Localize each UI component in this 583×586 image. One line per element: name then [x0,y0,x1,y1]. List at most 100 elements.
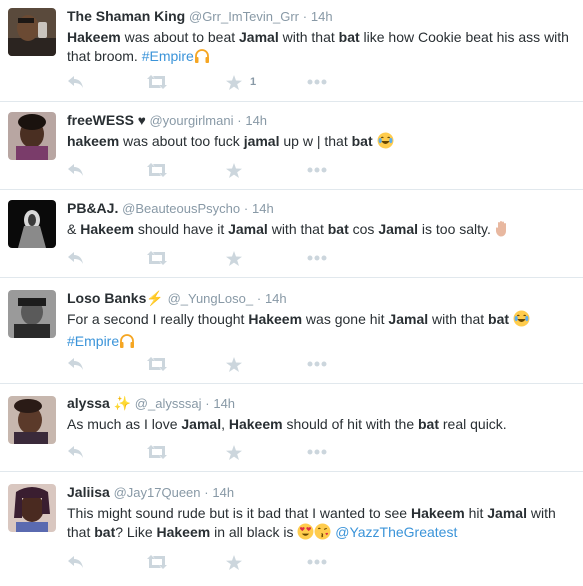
more-icon[interactable] [307,354,327,374]
tweet-header: The Shaman King @Grr_ImTevin_Grr · 14h [67,8,575,25]
reply-icon[interactable] [67,354,84,374]
tweet-content: alyssa ✨ @_alysssaj · 14h As much as I l… [67,395,575,434]
user-handle[interactable]: @_YungLoso_ [168,291,254,306]
user-fullname[interactable]: Loso Banks [67,290,146,306]
tweet-timestamp[interactable]: 14h [212,485,234,500]
tweet-timestamp[interactable]: 14h [311,9,333,24]
avatar[interactable] [8,396,56,444]
tweet-header: alyssa ✨ @_alysssaj · 14h [67,395,575,412]
tweet[interactable]: PB&AJ. @BeauteousPsycho · 14h & Hakeem s… [0,190,583,278]
highlighted-keyword: hakeem [67,133,120,149]
hashtag-link[interactable]: #Empire [142,48,194,64]
avatar[interactable] [8,290,56,338]
favorite-icon[interactable] [226,442,242,462]
tweet[interactable]: freeWESS ♥ @yourgirlmani · 14h hakeem wa… [0,102,583,190]
text-segment: was about too fuck [119,133,244,149]
favorite-icon[interactable] [226,160,242,180]
lightning-icon: ⚡ [146,290,164,306]
avatar[interactable] [8,200,56,248]
reply-icon[interactable] [67,160,84,180]
mention-link[interactable]: @YazzTheGreatest [335,524,457,540]
separator-dot: · [237,113,242,128]
tweet-text: For a second I really thought Hakeem was… [67,310,575,354]
highlighted-keyword: bat [338,29,360,45]
text-segment: was about to beat [120,29,240,45]
avatar[interactable] [8,8,56,56]
laugh-cry-icon [513,310,530,332]
highlighted-keyword: Jamal [487,505,527,521]
tweet-timestamp[interactable]: 14h [245,113,267,128]
tweet-content: Jaliisa @Jay17Queen · 14h This might sou… [67,484,575,545]
favorite-icon[interactable]: 1 [226,72,256,92]
highlighted-keyword: Jamal [228,221,268,237]
tweet[interactable]: The Shaman King @Grr_ImTevin_Grr · 14h H… [0,0,583,102]
retweet-icon[interactable] [147,72,167,92]
avatar[interactable] [8,484,56,532]
tweet-timestamp[interactable]: 14h [213,396,235,411]
retweet-icon[interactable] [147,442,167,462]
separator-dot: · [256,291,262,306]
user-fullname[interactable]: The Shaman King [67,8,185,24]
highlighted-keyword: Hakeem [248,311,303,327]
retweet-icon[interactable] [147,354,167,374]
highlighted-keyword: Hakeem [80,221,134,237]
text-segment: This might sound rude but is it bad that… [67,505,411,521]
highlighted-keyword: bat [351,133,373,149]
text-segment: real quick. [439,416,507,432]
tweet-actions [67,354,337,374]
user-fullname[interactable]: PB&AJ. [67,200,118,216]
more-icon[interactable] [307,160,327,180]
highlighted-keyword: Jamal [239,29,279,45]
tweet-header: Jaliisa @Jay17Queen · 14h [67,484,575,501]
reply-icon[interactable] [67,552,84,572]
reply-icon[interactable] [67,72,84,92]
tweet-timestamp[interactable]: 14h [265,291,287,306]
avatar[interactable] [8,112,56,160]
retweet-icon[interactable] [147,552,167,572]
user-handle[interactable]: @BeauteousPsycho [122,201,240,216]
text-segment: with that [428,311,489,327]
hashtag-link[interactable]: #Empire [67,333,119,349]
reply-icon[interactable] [67,442,84,462]
reply-icon[interactable] [67,248,84,268]
tweet-header: Loso Banks⚡ @_YungLoso_ · 14h [67,290,575,307]
retweet-icon[interactable] [147,248,167,268]
kiss-icon [314,523,331,545]
more-icon[interactable] [307,248,327,268]
text-segment: up w | that [279,133,352,149]
user-handle[interactable]: @Jay17Queen [114,485,201,500]
text-segment: cos [348,221,379,237]
tweet-text: Hakeem was about to beat Jamal with that… [67,28,575,69]
headphones-icon [119,333,135,354]
more-icon[interactable] [307,72,327,92]
highlighted-keyword: bat [94,524,116,540]
tweet-text: This might sound rude but is it bad that… [67,504,575,545]
user-fullname[interactable]: freeWESS [67,112,134,128]
separator-dot: · [302,9,308,24]
user-handle[interactable]: @yourgirlmani [149,113,233,128]
more-icon[interactable] [307,442,327,462]
favorite-icon[interactable] [226,552,242,572]
tweet[interactable]: alyssa ✨ @_alysssaj · 14h As much as I l… [0,384,583,472]
user-fullname[interactable]: Jaliisa [67,484,110,500]
user-handle[interactable]: @_alysssaj [135,396,202,411]
more-icon[interactable] [307,552,327,572]
highlighted-keyword: Hakeem [67,29,121,45]
text-segment: in all black is [210,524,298,540]
tweet-content: freeWESS ♥ @yourgirlmani · 14h hakeem wa… [67,112,575,154]
tweet-timestamp[interactable]: 14h [252,201,274,216]
favorite-icon[interactable] [226,354,242,374]
text-segment: was gone hit [302,311,389,327]
tweet[interactable]: Jaliisa @Jay17Queen · 14h This might sou… [0,472,583,586]
highlighted-keyword: Hakeem [410,505,465,521]
favorite-icon[interactable] [226,248,242,268]
text-segment: with that [267,221,328,237]
highlighted-keyword: Jamal [388,311,429,327]
tweet[interactable]: Loso Banks⚡ @_YungLoso_ · 14h For a seco… [0,278,583,384]
user-handle[interactable]: @Grr_ImTevin_Grr [189,9,299,24]
tweet-text: hakeem was about too fuck jamal up w | t… [67,132,575,154]
retweet-icon[interactable] [147,160,167,180]
tweet-content: PB&AJ. @BeauteousPsycho · 14h & Hakeem s… [67,200,575,242]
user-fullname[interactable]: alyssa [67,395,110,411]
highlighted-keyword: jamal [243,133,280,149]
